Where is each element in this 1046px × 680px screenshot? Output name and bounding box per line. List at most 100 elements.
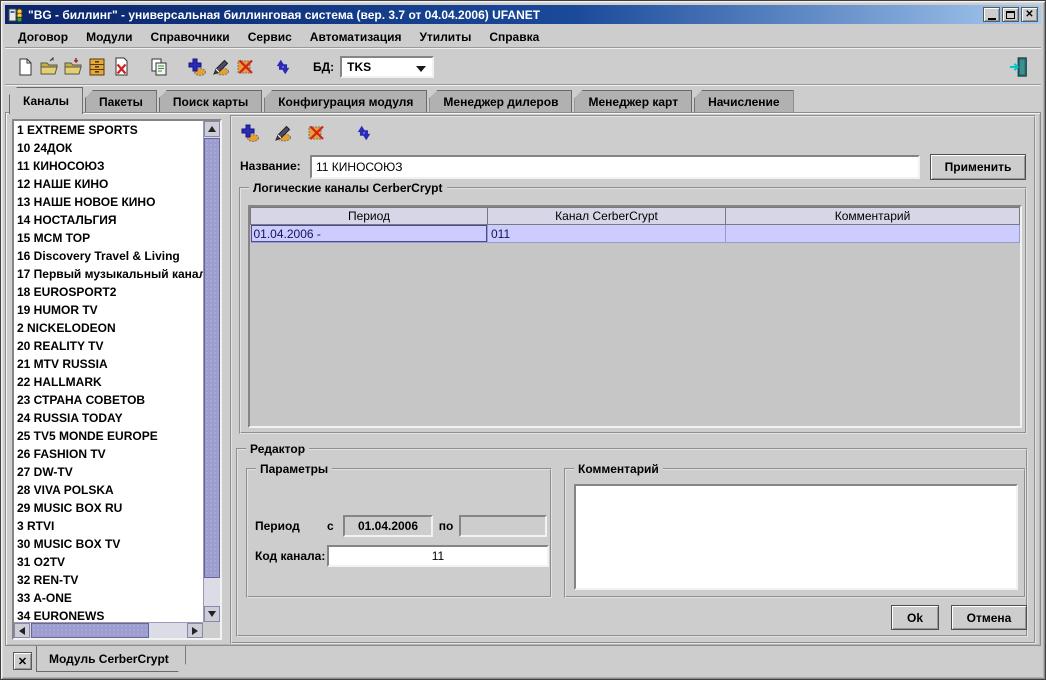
tab-pakety[interactable]: Пакеты [85, 90, 157, 113]
channel-list-item[interactable]: 25 TV5 MONDE EUROPE [14, 427, 203, 445]
name-row: Название: Применить [232, 153, 1034, 181]
tab-menedzher-dilerov[interactable]: Менеджер дилеров [429, 90, 572, 113]
scroll-left-button[interactable] [14, 623, 30, 638]
horizontal-scrollbar-thumb[interactable] [31, 623, 149, 638]
logical-channels-group: Логические каналы CerberCrypt Период Кан… [239, 187, 1027, 434]
name-input[interactable] [310, 155, 920, 179]
channel-list-item[interactable]: 32 REN-TV [14, 571, 203, 589]
table-row[interactable]: 01.04.2006 - 011 [251, 225, 1020, 243]
open-folder-button[interactable] [37, 55, 61, 79]
period-from-field[interactable]: 01.04.2006 [343, 515, 433, 537]
scroll-up-button[interactable] [204, 121, 220, 137]
vertical-scrollbar[interactable] [203, 121, 220, 622]
close-module-button[interactable]: ✕ [13, 652, 32, 670]
add-item-icon [187, 57, 207, 77]
add-item-icon [240, 123, 260, 143]
menu-utility[interactable]: Утилиты [410, 28, 480, 46]
db-combobox[interactable]: TKS [340, 56, 434, 78]
menu-moduli[interactable]: Модули [77, 28, 141, 46]
menu-servis[interactable]: Сервис [239, 28, 301, 46]
channel-list-item[interactable]: 31 O2TV [14, 553, 203, 571]
channel-code-input[interactable] [327, 545, 549, 567]
delete-document-button[interactable] [109, 55, 133, 79]
edit-item-icon [273, 123, 293, 143]
channel-list-item[interactable]: 18 EUROSPORT2 [14, 283, 203, 301]
add-item-button[interactable] [185, 55, 209, 79]
tab-konfiguraciya-modulya[interactable]: Конфигурация модуля [264, 90, 427, 113]
comment-textarea[interactable] [574, 484, 1018, 590]
toolbar-separator [337, 121, 343, 145]
channel-list-item[interactable]: 20 REALITY TV [14, 337, 203, 355]
import-folder-button[interactable] [61, 55, 85, 79]
channel-list-item[interactable]: 10 24ДОК [14, 139, 203, 157]
period-to-field[interactable] [459, 515, 547, 537]
scroll-down-button[interactable] [204, 606, 220, 622]
column-header-comment[interactable]: Комментарий [726, 208, 1020, 225]
refresh-channels-button[interactable] [352, 121, 376, 145]
channel-list-item[interactable]: 28 VIVA POLSKA [14, 481, 203, 499]
maximize-button[interactable] [1002, 7, 1019, 22]
cancel-button[interactable]: Отмена [951, 605, 1027, 630]
channel-list-item[interactable]: 16 Discovery Travel & Living [14, 247, 203, 265]
vertical-scrollbar-thumb[interactable] [204, 138, 220, 578]
menu-spravochniki[interactable]: Справочники [142, 28, 239, 46]
edit-item-button[interactable] [209, 55, 233, 79]
ok-button[interactable]: Ok [891, 605, 939, 630]
tab-menedzher-kart[interactable]: Менеджер карт [574, 90, 692, 113]
comment-group-title: Комментарий [574, 462, 663, 476]
scroll-right-button[interactable] [187, 623, 203, 638]
new-document-button[interactable] [13, 55, 37, 79]
column-header-period[interactable]: Период [251, 208, 488, 225]
channel-list-item[interactable]: 19 HUMOR TV [14, 301, 203, 319]
titlebar: "BG - биллинг" - универсальная биллингов… [5, 5, 1041, 24]
channel-list-item[interactable]: 14 НОСТАЛЬГИЯ [14, 211, 203, 229]
channel-list-item[interactable]: 29 MUSIC BOX RU [14, 499, 203, 517]
cell-channel[interactable]: 011 [488, 225, 726, 243]
close-button[interactable]: ✕ [1021, 7, 1038, 22]
menu-spravka[interactable]: Справка [480, 28, 548, 46]
channel-list-item[interactable]: 2 NICKELODEON [14, 319, 203, 337]
module-tab-cerbercrypt[interactable]: Модуль CerberCrypt [36, 646, 186, 672]
column-header-channel[interactable]: Канал CerberCrypt [488, 208, 726, 225]
maximize-icon [1006, 11, 1015, 19]
delete-channel-button[interactable] [304, 121, 328, 145]
tab-poisk-karty[interactable]: Поиск карты [159, 90, 262, 113]
channel-list-item[interactable]: 30 MUSIC BOX TV [14, 535, 203, 553]
channel-list-item[interactable]: 1 EXTREME SPORTS [14, 121, 203, 139]
channel-list-item[interactable]: 12 НАШЕ КИНО [14, 175, 203, 193]
tab-kanaly[interactable]: Каналы [9, 87, 83, 114]
minimize-button[interactable] [983, 7, 1000, 22]
copy-document-button[interactable] [147, 55, 171, 79]
channel-list-item[interactable]: 11 КИНОСОЮЗ [14, 157, 203, 175]
channel-list-item[interactable]: 17 Первый музыкальный канал [14, 265, 203, 283]
add-channel-button[interactable] [238, 121, 262, 145]
horizontal-scrollbar[interactable] [14, 622, 203, 638]
channel-list-item[interactable]: 24 RUSSIA TODAY [14, 409, 203, 427]
menu-avtomatizaciya[interactable]: Автоматизация [301, 28, 411, 46]
channel-list-item[interactable]: 13 НАШЕ НОВОЕ КИНО [14, 193, 203, 211]
tab-nachislenie[interactable]: Начисление [694, 90, 794, 113]
exit-button[interactable] [1007, 55, 1031, 79]
delete-item-button[interactable] [233, 55, 257, 79]
channel-list-item[interactable]: 15 MCM TOP [14, 229, 203, 247]
table-header-row: Период Канал CerberCrypt Комментарий [251, 208, 1020, 225]
channel-list-item[interactable]: 34 EURONEWS [14, 607, 203, 622]
channel-list-item[interactable]: 33 A-ONE [14, 589, 203, 607]
delete-item-icon [235, 57, 255, 77]
archive-cabinet-button[interactable] [85, 55, 109, 79]
menu-dogovor[interactable]: Договор [9, 28, 77, 46]
cell-comment[interactable] [726, 225, 1020, 243]
channel-list-item[interactable]: 22 HALLMARK [14, 373, 203, 391]
channel-list-item[interactable]: 23 СТРАНА СОВЕТОВ [14, 391, 203, 409]
arrow-up-icon [208, 126, 216, 132]
cell-period[interactable]: 01.04.2006 - [251, 225, 488, 243]
db-combobox-value: TKS [347, 60, 371, 74]
channel-list-item[interactable]: 26 FASHION TV [14, 445, 203, 463]
refresh-icon [274, 58, 292, 76]
edit-channel-button[interactable] [271, 121, 295, 145]
apply-button[interactable]: Применить [930, 154, 1026, 180]
channel-list-item[interactable]: 21 MTV RUSSIA [14, 355, 203, 373]
channel-list-item[interactable]: 27 DW-TV [14, 463, 203, 481]
channel-list-item[interactable]: 3 RTVI [14, 517, 203, 535]
refresh-button[interactable] [271, 55, 295, 79]
